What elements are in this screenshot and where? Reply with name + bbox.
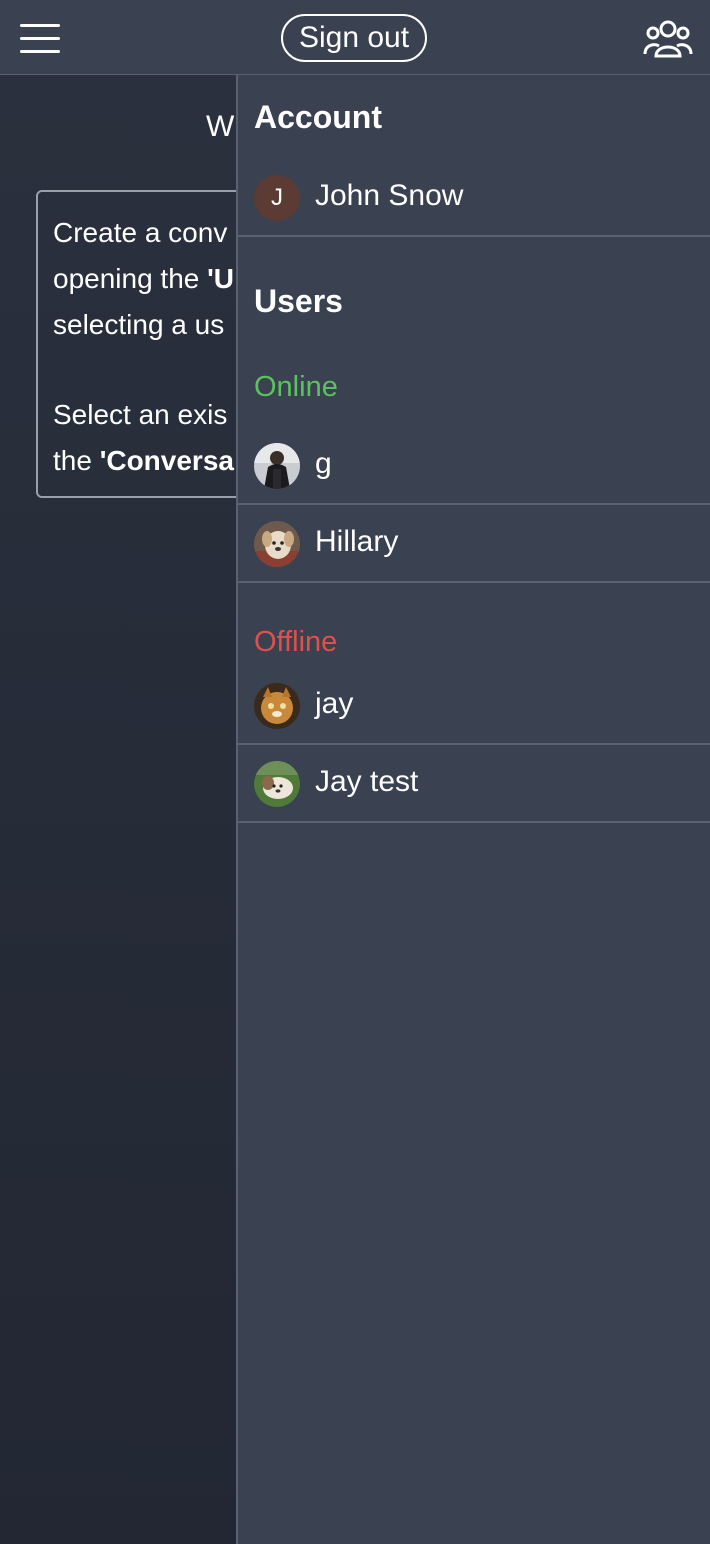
photo-avatar-cat: [254, 683, 300, 729]
photo-avatar-person: [254, 443, 300, 489]
info-text: opening the: [53, 263, 208, 294]
info-text: the: [53, 445, 100, 476]
user-name: jay: [315, 687, 354, 720]
info-line: Select an exis: [53, 392, 236, 438]
online-label: Online: [254, 371, 338, 403]
info-line: Create a conv: [53, 210, 236, 256]
top-bar: Sign out: [0, 0, 710, 75]
info-box: Create a conv opening the 'U selecting a…: [36, 190, 236, 498]
info-line: the 'Conversa: [53, 438, 236, 484]
account-title: Account: [254, 99, 382, 135]
info-text: Create a conv: [53, 217, 228, 248]
avatar: J: [254, 175, 300, 221]
user-name: g: [315, 447, 332, 480]
user-name: Hillary: [315, 525, 399, 558]
info-line: selecting a us: [53, 302, 236, 348]
sign-out-button[interactable]: Sign out: [281, 14, 427, 62]
user-row-jay-test[interactable]: Jay test: [238, 745, 710, 823]
hamburger-icon[interactable]: [20, 24, 60, 54]
info-text: selecting a us: [53, 309, 225, 340]
welcome-heading: W: [206, 110, 235, 143]
info-line: opening the 'U: [53, 256, 236, 302]
info-bold-text: 'Conversa: [99, 445, 234, 476]
account-user-name: John Snow: [315, 179, 464, 212]
user-row-jay[interactable]: jay: [238, 667, 710, 745]
user-name: Jay test: [315, 765, 419, 798]
offline-label: Offline: [254, 626, 338, 658]
photo-avatar-dog-grass: [254, 761, 300, 807]
account-user-row[interactable]: J John Snow: [238, 159, 710, 237]
users-title: Users: [254, 283, 343, 319]
user-row-g[interactable]: g: [238, 427, 710, 505]
info-text: Select an exis: [53, 399, 228, 430]
photo-avatar-dog: [254, 521, 300, 567]
users-drawer: Account J John Snow Users Online g Hilla…: [236, 75, 710, 1544]
users-group-icon[interactable]: [642, 16, 694, 62]
user-row-hillary[interactable]: Hillary: [238, 505, 710, 583]
info-bold-text: 'U: [207, 263, 235, 294]
main-content: W Create a conv opening the 'U selecting…: [0, 75, 236, 1544]
